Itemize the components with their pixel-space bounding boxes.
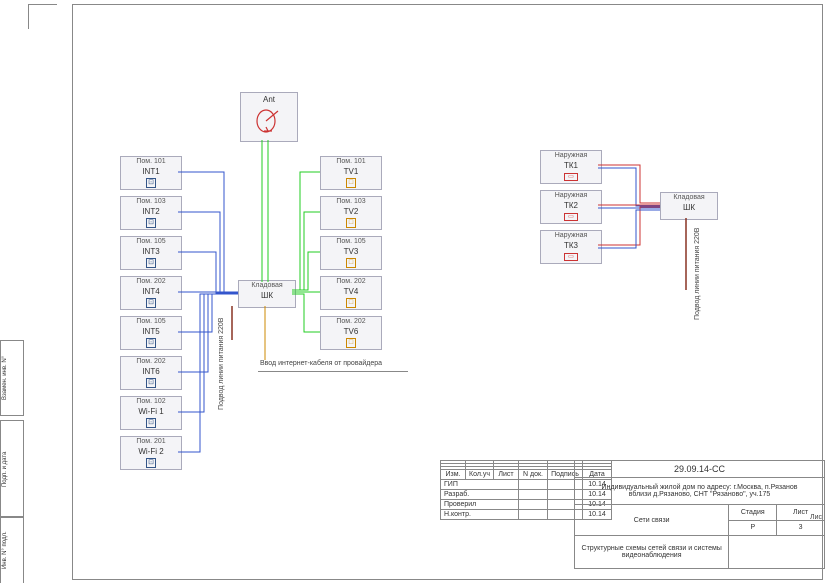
tv-socket-icon: □ — [346, 258, 356, 268]
camera-icon: ▭ — [564, 253, 578, 261]
tv-box-4: Пом. 202TV4□ — [320, 276, 382, 310]
titleblock-main: 29.09.14-СС Индивидуальный жилой дом по … — [574, 460, 825, 569]
cabinet1-box: КладоваяШК — [238, 280, 296, 308]
cam-box-1: НаружнаяТК1▭ — [540, 150, 602, 184]
int-box-3: Пом. 105INT3⊡ — [120, 236, 182, 270]
tv-socket-icon: □ — [346, 338, 356, 348]
int-box-5: Пом. 105INT5⊡ — [120, 316, 182, 350]
wifi-box-1: Пом. 102Wi-Fi 1⊡ — [120, 396, 182, 430]
side-stamp-3: Инв. N° подл. — [0, 516, 24, 583]
camera-icon: ▭ — [564, 173, 578, 181]
socket-icon: ⊡ — [146, 178, 156, 188]
antenna-box: Ant — [240, 92, 298, 142]
camera-icon: ▭ — [564, 213, 578, 221]
antenna-label: Ant — [243, 95, 295, 105]
socket-icon: ⊡ — [146, 418, 156, 428]
socket-icon: ⊡ — [146, 258, 156, 268]
int-box-6: Пом. 202INT6⊡ — [120, 356, 182, 390]
tv-socket-icon: □ — [346, 298, 356, 308]
socket-icon: ⊡ — [146, 218, 156, 228]
int-box-1: Пом. 101INT1⊡ — [120, 156, 182, 190]
int-box-4: Пом. 202INT4⊡ — [120, 276, 182, 310]
tv-box-5: Пом. 202TV6□ — [320, 316, 382, 350]
cabinet2-box: КладоваяШК — [660, 192, 718, 220]
crop-mark — [28, 4, 57, 29]
satellite-dish-icon — [254, 107, 284, 135]
socket-icon: ⊡ — [146, 458, 156, 468]
power-label-2: Подвод линии питания 220В — [694, 210, 701, 320]
cam-box-2: НаружнаяТК2▭ — [540, 190, 602, 224]
power-label-1: Подвод линии питания 220В — [218, 300, 225, 410]
cam-box-3: НаружнаяТК3▭ — [540, 230, 602, 264]
tv-socket-icon: □ — [346, 178, 356, 188]
tv-box-1: Пом. 101TV1□ — [320, 156, 382, 190]
socket-icon: ⊡ — [146, 378, 156, 388]
side-stamp-2: Подп. и дата — [0, 420, 24, 518]
wifi-box-2: Пом. 201Wi-Fi 2⊡ — [120, 436, 182, 470]
tv-box-2: Пом. 103TV2□ — [320, 196, 382, 230]
int-box-2: Пом. 103INT2⊡ — [120, 196, 182, 230]
h-listov: Лис — [810, 514, 822, 521]
socket-icon: ⊡ — [146, 298, 156, 308]
tv-socket-icon: □ — [346, 218, 356, 228]
side-stamp-1: Взамен. инв. N° — [0, 340, 24, 416]
internet-label: Ввод интернет-кабеля от провайдера — [260, 360, 382, 367]
inet-line — [258, 371, 408, 372]
socket-icon: ⊡ — [146, 338, 156, 348]
tv-box-3: Пом. 105TV3□ — [320, 236, 382, 270]
